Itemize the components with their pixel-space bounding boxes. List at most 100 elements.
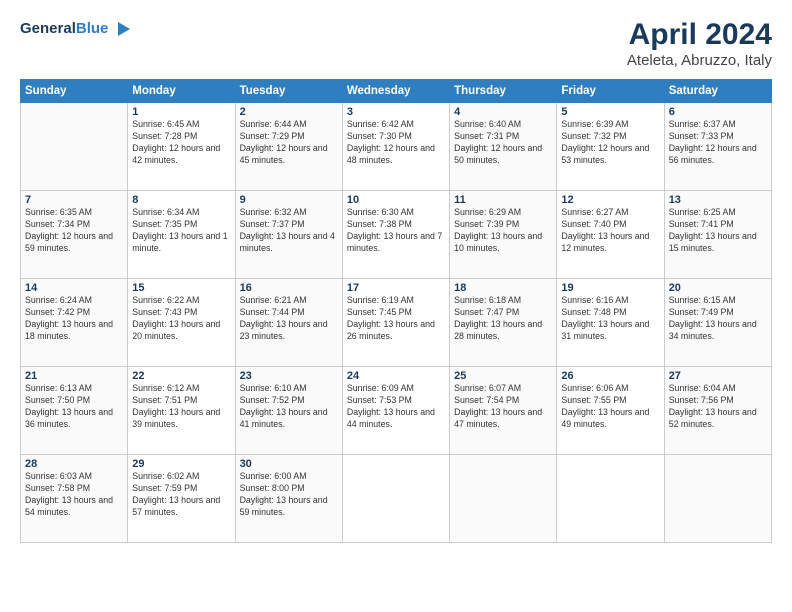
day-info: Sunrise: 6:13 AMSunset: 7:50 PMDaylight:…	[25, 383, 123, 431]
day-number: 23	[240, 370, 338, 382]
calendar-cell: 16Sunrise: 6:21 AMSunset: 7:44 PMDayligh…	[235, 279, 342, 367]
day-number: 20	[669, 282, 767, 294]
day-number: 3	[347, 106, 445, 118]
day-info: Sunrise: 6:32 AMSunset: 7:37 PMDaylight:…	[240, 207, 338, 255]
day-info: Sunrise: 6:27 AMSunset: 7:40 PMDaylight:…	[561, 207, 659, 255]
calendar-cell	[21, 103, 128, 191]
calendar-cell: 5Sunrise: 6:39 AMSunset: 7:32 PMDaylight…	[557, 103, 664, 191]
day-info: Sunrise: 6:18 AMSunset: 7:47 PMDaylight:…	[454, 295, 552, 343]
header-row: SundayMondayTuesdayWednesdayThursdayFrid…	[21, 80, 772, 103]
calendar-cell	[342, 455, 449, 543]
day-info: Sunrise: 6:02 AMSunset: 7:59 PMDaylight:…	[132, 471, 230, 519]
calendar-cell: 19Sunrise: 6:16 AMSunset: 7:48 PMDayligh…	[557, 279, 664, 367]
day-number: 18	[454, 282, 552, 294]
calendar-cell: 24Sunrise: 6:09 AMSunset: 7:53 PMDayligh…	[342, 367, 449, 455]
day-number: 1	[132, 106, 230, 118]
day-number: 11	[454, 194, 552, 206]
calendar-cell: 27Sunrise: 6:04 AMSunset: 7:56 PMDayligh…	[664, 367, 771, 455]
day-number: 2	[240, 106, 338, 118]
page: GeneralBlue April 2024 Ateleta, Abruzzo,…	[0, 0, 792, 612]
logo: GeneralBlue	[20, 18, 132, 40]
calendar-cell: 26Sunrise: 6:06 AMSunset: 7:55 PMDayligh…	[557, 367, 664, 455]
day-number: 21	[25, 370, 123, 382]
calendar-cell: 3Sunrise: 6:42 AMSunset: 7:30 PMDaylight…	[342, 103, 449, 191]
day-info: Sunrise: 6:03 AMSunset: 7:58 PMDaylight:…	[25, 471, 123, 519]
day-info: Sunrise: 6:15 AMSunset: 7:49 PMDaylight:…	[669, 295, 767, 343]
calendar-cell: 13Sunrise: 6:25 AMSunset: 7:41 PMDayligh…	[664, 191, 771, 279]
day-info: Sunrise: 6:07 AMSunset: 7:54 PMDaylight:…	[454, 383, 552, 431]
day-number: 28	[25, 458, 123, 470]
day-info: Sunrise: 6:22 AMSunset: 7:43 PMDaylight:…	[132, 295, 230, 343]
col-header-tuesday: Tuesday	[235, 80, 342, 103]
day-info: Sunrise: 6:29 AMSunset: 7:39 PMDaylight:…	[454, 207, 552, 255]
day-info: Sunrise: 6:09 AMSunset: 7:53 PMDaylight:…	[347, 383, 445, 431]
day-number: 22	[132, 370, 230, 382]
col-header-sunday: Sunday	[21, 80, 128, 103]
logo-icon	[110, 18, 132, 40]
col-header-wednesday: Wednesday	[342, 80, 449, 103]
calendar-cell: 15Sunrise: 6:22 AMSunset: 7:43 PMDayligh…	[128, 279, 235, 367]
calendar-cell: 20Sunrise: 6:15 AMSunset: 7:49 PMDayligh…	[664, 279, 771, 367]
day-info: Sunrise: 6:19 AMSunset: 7:45 PMDaylight:…	[347, 295, 445, 343]
day-info: Sunrise: 6:24 AMSunset: 7:42 PMDaylight:…	[25, 295, 123, 343]
calendar-cell: 14Sunrise: 6:24 AMSunset: 7:42 PMDayligh…	[21, 279, 128, 367]
day-info: Sunrise: 6:12 AMSunset: 7:51 PMDaylight:…	[132, 383, 230, 431]
day-number: 6	[669, 106, 767, 118]
week-row-3: 14Sunrise: 6:24 AMSunset: 7:42 PMDayligh…	[21, 279, 772, 367]
day-info: Sunrise: 6:35 AMSunset: 7:34 PMDaylight:…	[25, 207, 123, 255]
calendar-cell: 8Sunrise: 6:34 AMSunset: 7:35 PMDaylight…	[128, 191, 235, 279]
day-info: Sunrise: 6:39 AMSunset: 7:32 PMDaylight:…	[561, 119, 659, 167]
week-row-4: 21Sunrise: 6:13 AMSunset: 7:50 PMDayligh…	[21, 367, 772, 455]
day-number: 30	[240, 458, 338, 470]
col-header-thursday: Thursday	[450, 80, 557, 103]
calendar-cell: 17Sunrise: 6:19 AMSunset: 7:45 PMDayligh…	[342, 279, 449, 367]
calendar-cell	[664, 455, 771, 543]
day-number: 29	[132, 458, 230, 470]
calendar-cell: 12Sunrise: 6:27 AMSunset: 7:40 PMDayligh…	[557, 191, 664, 279]
col-header-saturday: Saturday	[664, 80, 771, 103]
subtitle: Ateleta, Abruzzo, Italy	[627, 52, 772, 69]
day-info: Sunrise: 6:10 AMSunset: 7:52 PMDaylight:…	[240, 383, 338, 431]
day-info: Sunrise: 6:40 AMSunset: 7:31 PMDaylight:…	[454, 119, 552, 167]
day-number: 10	[347, 194, 445, 206]
day-number: 26	[561, 370, 659, 382]
day-info: Sunrise: 6:00 AMSunset: 8:00 PMDaylight:…	[240, 471, 338, 519]
logo-text: GeneralBlue	[20, 20, 108, 37]
week-row-5: 28Sunrise: 6:03 AMSunset: 7:58 PMDayligh…	[21, 455, 772, 543]
day-info: Sunrise: 6:42 AMSunset: 7:30 PMDaylight:…	[347, 119, 445, 167]
calendar-cell: 22Sunrise: 6:12 AMSunset: 7:51 PMDayligh…	[128, 367, 235, 455]
calendar-cell: 23Sunrise: 6:10 AMSunset: 7:52 PMDayligh…	[235, 367, 342, 455]
calendar-cell	[557, 455, 664, 543]
day-number: 5	[561, 106, 659, 118]
col-header-monday: Monday	[128, 80, 235, 103]
day-info: Sunrise: 6:21 AMSunset: 7:44 PMDaylight:…	[240, 295, 338, 343]
calendar-cell: 28Sunrise: 6:03 AMSunset: 7:58 PMDayligh…	[21, 455, 128, 543]
week-row-2: 7Sunrise: 6:35 AMSunset: 7:34 PMDaylight…	[21, 191, 772, 279]
day-info: Sunrise: 6:06 AMSunset: 7:55 PMDaylight:…	[561, 383, 659, 431]
day-number: 12	[561, 194, 659, 206]
calendar-cell: 21Sunrise: 6:13 AMSunset: 7:50 PMDayligh…	[21, 367, 128, 455]
calendar-cell: 29Sunrise: 6:02 AMSunset: 7:59 PMDayligh…	[128, 455, 235, 543]
calendar-cell: 25Sunrise: 6:07 AMSunset: 7:54 PMDayligh…	[450, 367, 557, 455]
day-info: Sunrise: 6:34 AMSunset: 7:35 PMDaylight:…	[132, 207, 230, 255]
day-number: 27	[669, 370, 767, 382]
day-number: 14	[25, 282, 123, 294]
calendar-cell: 10Sunrise: 6:30 AMSunset: 7:38 PMDayligh…	[342, 191, 449, 279]
day-info: Sunrise: 6:25 AMSunset: 7:41 PMDaylight:…	[669, 207, 767, 255]
day-number: 7	[25, 194, 123, 206]
day-number: 15	[132, 282, 230, 294]
day-number: 8	[132, 194, 230, 206]
day-info: Sunrise: 6:30 AMSunset: 7:38 PMDaylight:…	[347, 207, 445, 255]
main-title: April 2024	[627, 18, 772, 52]
col-header-friday: Friday	[557, 80, 664, 103]
calendar-cell: 18Sunrise: 6:18 AMSunset: 7:47 PMDayligh…	[450, 279, 557, 367]
calendar-cell: 11Sunrise: 6:29 AMSunset: 7:39 PMDayligh…	[450, 191, 557, 279]
day-number: 16	[240, 282, 338, 294]
calendar-cell: 6Sunrise: 6:37 AMSunset: 7:33 PMDaylight…	[664, 103, 771, 191]
calendar-cell: 1Sunrise: 6:45 AMSunset: 7:28 PMDaylight…	[128, 103, 235, 191]
day-number: 24	[347, 370, 445, 382]
week-row-1: 1Sunrise: 6:45 AMSunset: 7:28 PMDaylight…	[21, 103, 772, 191]
calendar-table: SundayMondayTuesdayWednesdayThursdayFrid…	[20, 79, 772, 543]
day-info: Sunrise: 6:16 AMSunset: 7:48 PMDaylight:…	[561, 295, 659, 343]
calendar-cell: 2Sunrise: 6:44 AMSunset: 7:29 PMDaylight…	[235, 103, 342, 191]
